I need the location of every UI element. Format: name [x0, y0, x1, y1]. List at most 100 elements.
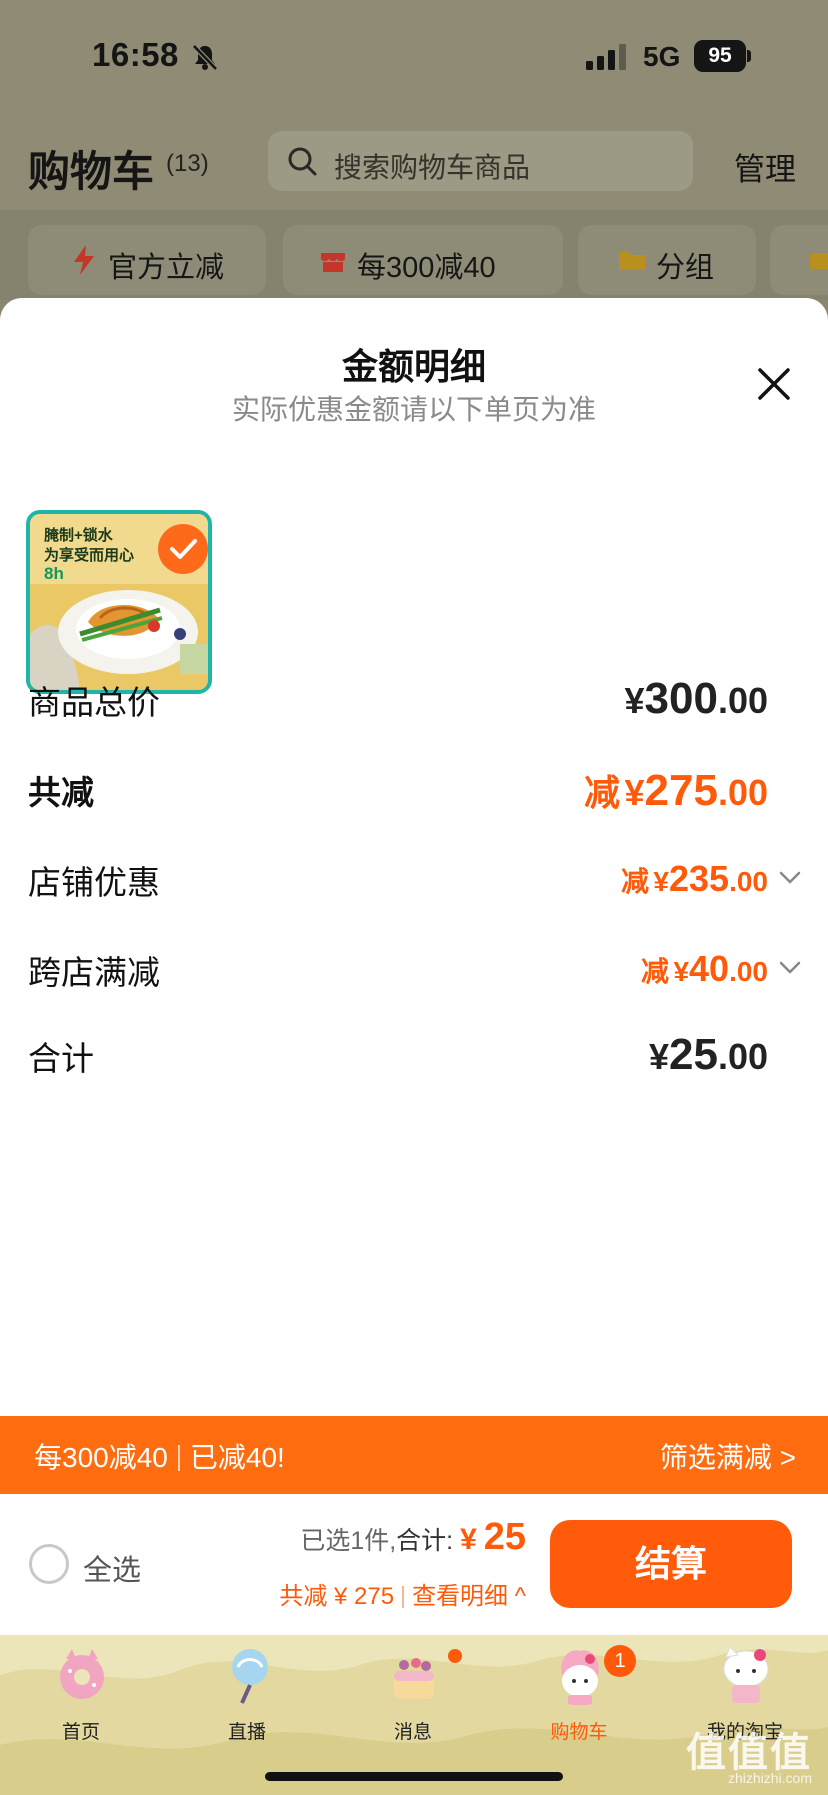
- discount-total-value: 减 ¥275.00: [584, 764, 768, 816]
- filter-chip-label: 分组: [656, 252, 715, 284]
- total-label: 合计: [28, 1040, 94, 1077]
- selected-summary: 已选1件,合计: ¥ 25: [300, 1516, 526, 1559]
- discount-prefix: 减: [620, 866, 649, 897]
- promo-applied: 已减40!: [189, 1442, 285, 1473]
- filter-chip-more[interactable]: [770, 225, 828, 295]
- cross-store-value: 减 ¥40.00: [641, 948, 768, 990]
- unread-dot: [448, 1649, 462, 1663]
- battery-level: 95: [694, 40, 746, 72]
- select-all-radio[interactable]: [29, 1544, 69, 1584]
- search-icon: [288, 147, 317, 176]
- promo-banner: 每300减40 已减40! 筛选满减 >: [0, 1416, 828, 1494]
- checkout-button[interactable]: 结算: [550, 1520, 792, 1608]
- discount-amount: 共减 ¥ 275: [279, 1583, 395, 1610]
- donut-icon: [60, 1649, 104, 1699]
- product-tag-line2: 为享受而用心: [44, 547, 135, 564]
- tab-live[interactable]: 直播: [192, 1645, 302, 1765]
- filter-chip-official[interactable]: 官方立减: [28, 225, 266, 295]
- product-tag-line1: 腌制+锁水: [44, 527, 113, 544]
- filter-chip-label: 官方立减: [108, 252, 225, 284]
- amount-cents: .00: [729, 866, 768, 897]
- view-detail-link[interactable]: 查看明细 ^: [412, 1583, 526, 1610]
- promo-divider: [177, 1445, 180, 1471]
- sheet-title: 金额明细: [341, 346, 486, 387]
- tab-cart[interactable]: 1 购物车: [524, 1645, 636, 1765]
- amount-integer: 275: [644, 766, 718, 815]
- page-title: 购物车: [28, 148, 155, 195]
- shop-icon: [321, 253, 345, 272]
- discount-prefix: 减: [584, 772, 621, 813]
- cake-icon: [394, 1658, 434, 1699]
- product-thumbnail[interactable]: 腌制+锁水 为享受而用心 8h: [26, 510, 212, 694]
- status-time: 16:58: [92, 36, 179, 73]
- promo-text: 每300减40 已减40!: [34, 1436, 285, 1476]
- filter-chips: 官方立减 每300减40 分组: [0, 210, 828, 300]
- total-currency: ¥: [460, 1523, 477, 1556]
- subtotal-value: ¥300.00: [625, 674, 769, 724]
- manage-button[interactable]: 管理: [734, 144, 796, 189]
- discount-divider: [402, 1586, 405, 1608]
- currency-symbol: ¥: [624, 772, 645, 813]
- battery-icon: 95: [694, 40, 751, 72]
- filter-chip-label: 每300减40: [357, 252, 496, 284]
- tab-label: 购物车: [550, 1722, 608, 1743]
- folder-icon: [619, 252, 645, 270]
- total-value: ¥25.00: [649, 1030, 768, 1080]
- amount-integer: 40: [689, 948, 730, 989]
- filter-promo-link[interactable]: 筛选满减 >: [660, 1436, 796, 1476]
- signal-icon: [586, 44, 626, 70]
- selected-count: 已选1件,: [300, 1527, 397, 1555]
- lightning-icon: [74, 245, 94, 275]
- filter-chip-promo[interactable]: 每300减40: [283, 225, 563, 295]
- search-placeholder: 搜索购物车商品: [334, 152, 531, 183]
- amount-cents: .00: [717, 1036, 768, 1077]
- subtotal-label: 商品总价: [28, 684, 160, 721]
- amount-integer: 25: [669, 1030, 718, 1079]
- tab-label: 消息: [393, 1722, 432, 1743]
- discount-total-label: 共减: [28, 774, 94, 811]
- total-amount: 25: [483, 1516, 526, 1558]
- home-indicator: [265, 1772, 563, 1781]
- watermark-url: zhizhizhi.com: [727, 1770, 812, 1786]
- tab-label: 直播: [227, 1722, 266, 1743]
- total-label: 合计:: [396, 1527, 454, 1555]
- status-bar: 16:58 5G 95: [0, 0, 828, 110]
- close-icon[interactable]: [752, 362, 796, 406]
- watermark: 值值值 zhizhizhi.com: [676, 1720, 826, 1795]
- currency-symbol: ¥: [673, 956, 690, 987]
- selected-check-icon[interactable]: [158, 524, 208, 574]
- cart-badge: 1: [604, 1645, 636, 1677]
- kitty-icon: [723, 1646, 769, 1703]
- amount-integer: 300: [644, 674, 718, 723]
- product-badge: 8h: [44, 564, 64, 583]
- melody-icon: [561, 1650, 599, 1705]
- select-all-label[interactable]: 全选: [83, 1547, 141, 1589]
- chevron-down-icon[interactable]: [778, 870, 802, 886]
- currency-symbol: ¥: [624, 680, 645, 721]
- currency-symbol: ¥: [653, 866, 669, 897]
- filter-chip-group[interactable]: 分组: [578, 225, 756, 295]
- background-page: 16:58 5G 95 购物车 (13) 搜索购物车商品 管理 官方立减 每30…: [0, 0, 828, 300]
- checkout-bar: 全选 已选1件,合计: ¥ 25 共减 ¥ 275 查看明细 ^ 结算: [0, 1494, 828, 1635]
- discount-prefix: 减: [640, 956, 669, 987]
- cart-count: (13): [166, 150, 209, 177]
- battery-cap: [747, 50, 751, 62]
- sheet-subtitle: 实际优惠金额请以下单页为准: [231, 394, 596, 425]
- store-discount-label: 店铺优惠: [28, 864, 160, 901]
- bell-muted-icon: [192, 44, 218, 71]
- chevron-down-icon[interactable]: [778, 960, 802, 976]
- amount-cents: .00: [717, 772, 768, 813]
- discount-summary[interactable]: 共减 ¥ 275 查看明细 ^: [279, 1576, 526, 1611]
- cart-header: 购物车 (13) 搜索购物车商品 管理: [0, 128, 828, 200]
- amount-cents: .00: [729, 956, 768, 987]
- more-filter-icon: [810, 253, 828, 269]
- network-label: 5G: [643, 41, 681, 72]
- search-input[interactable]: 搜索购物车商品: [268, 131, 693, 191]
- currency-symbol: ¥: [648, 1036, 669, 1077]
- store-discount-value: 减 ¥235.00: [621, 858, 768, 900]
- cross-store-label: 跨店满减: [28, 954, 160, 991]
- amount-cents: .00: [717, 680, 768, 721]
- tab-label: 首页: [61, 1722, 100, 1743]
- tab-messages[interactable]: 消息: [358, 1645, 468, 1765]
- tab-home[interactable]: 首页: [26, 1645, 136, 1765]
